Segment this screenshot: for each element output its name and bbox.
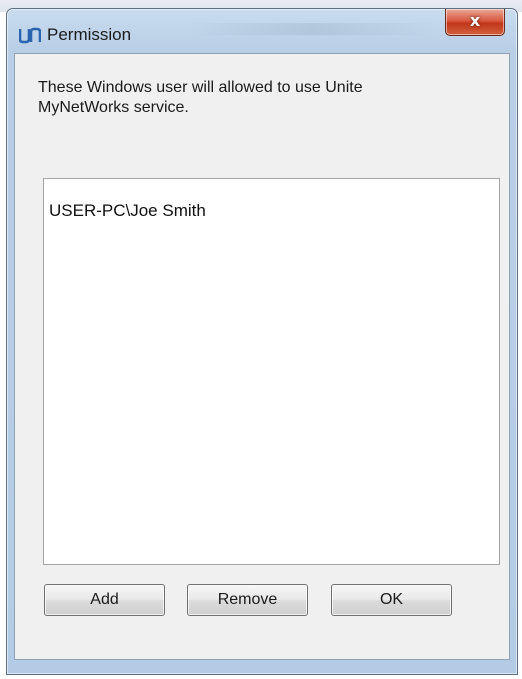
title-bar[interactable]: Permission x [7,9,517,53]
remove-button[interactable]: Remove [187,584,308,616]
description-text: These Windows user will allowed to use U… [38,79,363,116]
close-button[interactable]: x [445,9,505,36]
user-list[interactable]: USER-PC\Joe Smith [43,178,500,565]
close-icon: x [469,11,481,30]
add-button[interactable]: Add [44,584,165,616]
list-item[interactable]: USER-PC\Joe Smith [49,201,206,221]
unite-logo-icon [19,27,41,44]
window-title: Permission [47,25,132,44]
title-bar-glass-blur [187,23,437,35]
screen: Permission x These Windows user will all… [0,0,522,679]
ok-button[interactable]: OK [331,584,452,616]
